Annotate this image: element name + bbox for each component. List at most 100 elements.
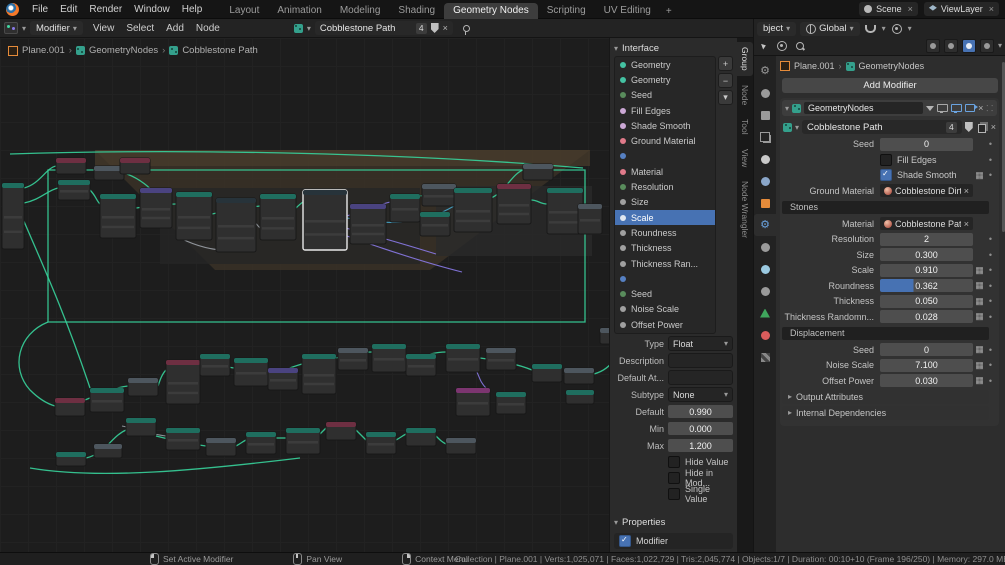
menu-help[interactable]: Help [176, 4, 209, 15]
checkbox[interactable] [880, 154, 892, 166]
graph-node[interactable] [303, 190, 347, 250]
transform-orientation-dropdown[interactable]: Global ▾ [800, 22, 859, 36]
attribute-toggle-icon[interactable]: ▦ [973, 344, 986, 355]
pin-icon[interactable] [463, 25, 470, 32]
graph-node[interactable] [496, 392, 526, 414]
interaction-mode-dropdown[interactable]: bject ▾ [757, 22, 796, 36]
node-tree-selector[interactable]: Cobblestone Path 4 × [315, 21, 453, 35]
animate-dot-icon[interactable]: • [986, 265, 995, 275]
breadcrumb-item[interactable]: Plane.001 [794, 61, 835, 71]
sidebar-tab-node[interactable]: Node [737, 80, 753, 110]
properties-tab-view-layer[interactable] [754, 126, 776, 148]
material-field[interactable]: Cobblestone Dirt× [880, 184, 973, 197]
graph-node[interactable] [420, 212, 450, 236]
checkbox[interactable] [668, 456, 680, 468]
interface-socket-item-seed[interactable]: Seed [615, 286, 715, 301]
menu-file[interactable]: File [26, 4, 54, 15]
properties-tab-material[interactable] [754, 324, 776, 346]
properties-tab-object[interactable] [754, 192, 776, 214]
attribute-toggle-icon[interactable]: ▦ [973, 360, 986, 371]
graph-node[interactable] [372, 344, 406, 372]
animate-dot-icon[interactable]: • [986, 296, 995, 306]
graph-node[interactable] [446, 438, 476, 454]
breadcrumb-item[interactable]: GeometryNodes [859, 61, 925, 71]
breadcrumb-item[interactable]: Cobblestone Path [182, 45, 258, 56]
shading-material-preview-icon[interactable] [962, 39, 976, 53]
graph-node[interactable] [166, 428, 200, 450]
unlink-material-icon[interactable]: × [964, 219, 969, 229]
unlink-material-icon[interactable]: × [964, 186, 969, 196]
animate-dot-icon[interactable]: • [986, 250, 995, 260]
min-value-field[interactable]: 0.000 [668, 422, 733, 435]
users-count-badge[interactable]: 4 [946, 122, 957, 133]
interface-socket-list[interactable]: GeometryGeometrySeedFill EdgesShade Smoo… [614, 56, 716, 334]
shading-solid-icon[interactable] [944, 39, 958, 53]
node-frame[interactable] [95, 150, 590, 166]
subpanel-heading-stones[interactable]: Stones [782, 201, 989, 214]
value-field[interactable]: 0 [880, 343, 973, 356]
menu-select[interactable]: Select [120, 23, 160, 34]
workspace-tab-geometry-nodes[interactable]: Geometry Nodes [444, 3, 538, 19]
browse-tree-caret-icon[interactable]: ▾ [307, 24, 311, 33]
remove-modifier-icon[interactable]: × [978, 103, 983, 113]
properties-section-header[interactable]: ▾ Properties [614, 515, 733, 530]
checkbox[interactable] [668, 488, 680, 500]
menu-add[interactable]: Add [160, 23, 190, 34]
proportional-editing-icon[interactable] [890, 22, 904, 35]
value-field[interactable]: 0.362 [880, 279, 973, 292]
fake-user-shield-icon[interactable] [965, 122, 973, 132]
animate-dot-icon[interactable]: • [986, 155, 995, 165]
properties-tab-output[interactable] [754, 104, 776, 126]
animate-dot-icon[interactable]: • [986, 312, 995, 322]
graph-node[interactable] [90, 388, 124, 412]
graph-node[interactable] [338, 348, 368, 370]
add-modifier-button[interactable]: Add Modifier [782, 78, 998, 93]
properties-tab-render[interactable] [754, 82, 776, 104]
properties-tab-constraints[interactable] [754, 280, 776, 302]
graph-node[interactable] [564, 368, 594, 384]
interface-socket-item-roundness[interactable]: Roundness [615, 225, 715, 240]
properties-tab-scene[interactable] [754, 148, 776, 170]
display-editmode-icon[interactable] [937, 104, 948, 112]
properties-tab-object-data[interactable] [754, 302, 776, 324]
expand-caret-icon[interactable]: ▾ [785, 104, 789, 113]
checkbox-row-single-value[interactable]: Single Value [668, 487, 733, 501]
value-field[interactable]: 0.050 [880, 295, 973, 308]
description-field[interactable] [668, 353, 733, 368]
graph-node[interactable] [234, 358, 268, 386]
graph-node[interactable] [302, 354, 336, 394]
unlink-tree-icon[interactable]: × [991, 122, 996, 132]
attribute-toggle-icon[interactable]: ▦ [973, 170, 986, 181]
interface-socket-item-material[interactable]: Material [615, 164, 715, 179]
animate-dot-icon[interactable]: • [986, 360, 995, 370]
material-field[interactable]: Cobblestone Path...× [880, 217, 973, 230]
animate-dot-icon[interactable]: • [986, 139, 995, 149]
overlays-toggle-icon[interactable] [793, 39, 807, 52]
type-dropdown[interactable]: Float ▾ [668, 336, 733, 351]
breadcrumb-item[interactable]: GeometryNodes [89, 45, 158, 56]
graph-node[interactable] [94, 444, 122, 458]
graph-node[interactable] [176, 192, 212, 240]
checkbox[interactable] [668, 472, 680, 484]
display-render-icon[interactable] [965, 104, 975, 112]
attribute-toggle-icon[interactable]: ▦ [973, 296, 986, 307]
interface-socket-item-geometry[interactable]: Geometry [615, 57, 715, 72]
collapsed-panel-internal-dependencies[interactable]: ▸Internal Dependencies [782, 406, 989, 420]
value-field[interactable]: 0.028 [880, 310, 973, 323]
interface-socket-item-seed[interactable]: Seed [615, 88, 715, 103]
graph-node[interactable] [58, 180, 90, 200]
workspace-tab-uv-editing[interactable]: UV Editing [595, 3, 660, 19]
interface-socket-item-noise-scale[interactable]: Noise Scale [615, 302, 715, 317]
gizmo-toggle-icon[interactable] [775, 39, 789, 52]
value-field[interactable]: 0 [880, 138, 973, 151]
breadcrumb-item[interactable]: Plane.001 [22, 45, 65, 56]
graph-node[interactable] [497, 184, 531, 224]
graph-node[interactable] [486, 348, 516, 370]
graph-node[interactable] [422, 184, 456, 206]
interface-socket-item-separator[interactable] [615, 271, 715, 286]
checkbox-row-hide-value[interactable]: Hide Value [668, 455, 733, 469]
interface-socket-item-separator[interactable] [615, 149, 715, 164]
graph-node[interactable] [128, 378, 158, 396]
interface-section-header[interactable]: ▾ Interface [614, 41, 733, 56]
graph-node[interactable] [366, 432, 396, 454]
